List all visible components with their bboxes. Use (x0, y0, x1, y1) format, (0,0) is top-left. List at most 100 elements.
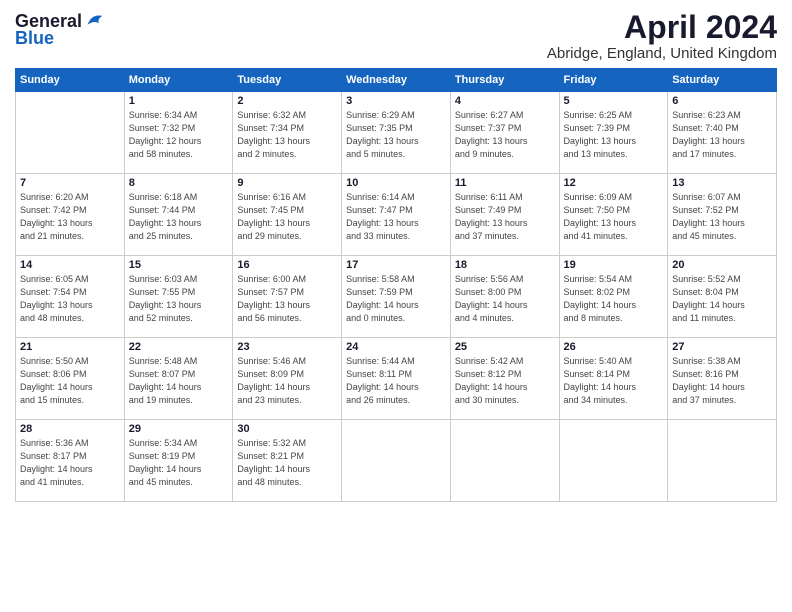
day-number: 13 (672, 177, 772, 189)
day-cell: 30Sunrise: 5:32 AM Sunset: 8:21 PM Dayli… (233, 420, 342, 502)
day-number: 18 (455, 259, 555, 271)
day-number: 23 (237, 341, 337, 353)
day-number: 10 (346, 177, 446, 189)
week-row-5: 28Sunrise: 5:36 AM Sunset: 8:17 PM Dayli… (16, 420, 777, 502)
col-header-thursday: Thursday (450, 69, 559, 92)
day-number: 7 (20, 177, 120, 189)
calendar-table: SundayMondayTuesdayWednesdayThursdayFrid… (15, 68, 777, 502)
col-header-wednesday: Wednesday (342, 69, 451, 92)
day-number: 28 (20, 423, 120, 435)
day-number: 15 (129, 259, 229, 271)
header: General Blue April 2024 Abridge, England… (15, 10, 777, 62)
title-block: April 2024 Abridge, England, United King… (547, 10, 777, 62)
day-cell: 20 Sunrise: 5:52 AM Sunset: 8:04 PM Dayli… (668, 256, 777, 338)
day-info: Sunrise: 6:34 AM Sunset: 7:32 PM Dayligh… (129, 109, 229, 161)
month-title: April 2024 (547, 10, 777, 45)
day-info: Sunrise: 6:07 AM Sunset: 7:52 PM Dayligh… (672, 191, 772, 243)
day-number: 22 (129, 341, 229, 353)
day-info: Sunrise: 6:20 AM Sunset: 7:42 PM Dayligh… (20, 191, 120, 243)
day-number: 11 (455, 177, 555, 189)
day-info: Sunrise: 5:54 AM Sunset: 8:02 PM Dayligh… (564, 273, 664, 325)
day-cell: 14 Sunrise: 6:05 AM Sunset: 7:54 PM Dayli… (16, 256, 125, 338)
day-cell: 15 Sunrise: 6:03 AM Sunset: 7:55 PM Dayli… (124, 256, 233, 338)
day-info: Sunrise: 5:42 AM Sunset: 8:12 PM Dayligh… (455, 355, 555, 407)
day-cell: 13 Sunrise: 6:07 AM Sunset: 7:52 PM Dayli… (668, 174, 777, 256)
day-cell: 26 Sunrise: 5:40 AM Sunset: 8:14 PM Dayli… (559, 338, 668, 420)
week-row-2: 7 Sunrise: 6:20 AM Sunset: 7:42 PM Daylig… (16, 174, 777, 256)
day-number: 2 (237, 95, 337, 107)
day-number: 25 (455, 341, 555, 353)
location: Abridge, England, United Kingdom (547, 45, 777, 62)
day-cell: 6Sunrise: 6:23 AM Sunset: 7:40 PM Daylig… (668, 92, 777, 174)
day-number: 30 (237, 423, 337, 435)
day-cell: 24 Sunrise: 5:44 AM Sunset: 8:11 PM Dayli… (342, 338, 451, 420)
day-info: Sunrise: 6:25 AM Sunset: 7:39 PM Dayligh… (564, 109, 664, 161)
day-number: 8 (129, 177, 229, 189)
day-number: 20 (672, 259, 772, 271)
day-cell: 17 Sunrise: 5:58 AM Sunset: 7:59 PM Dayli… (342, 256, 451, 338)
logo-text: General Blue (15, 10, 106, 49)
col-header-tuesday: Tuesday (233, 69, 342, 92)
day-number: 17 (346, 259, 446, 271)
day-number: 14 (20, 259, 120, 271)
day-number: 4 (455, 95, 555, 107)
day-cell: 1 Sunrise: 6:34 AM Sunset: 7:32 PM Daylig… (124, 92, 233, 174)
day-cell: 28Sunrise: 5:36 AM Sunset: 8:17 PM Dayli… (16, 420, 125, 502)
day-info: Sunrise: 6:11 AM Sunset: 7:49 PM Dayligh… (455, 191, 555, 243)
day-cell: 3 Sunrise: 6:29 AM Sunset: 7:35 PM Daylig… (342, 92, 451, 174)
day-cell: 22 Sunrise: 5:48 AM Sunset: 8:07 PM Dayli… (124, 338, 233, 420)
day-cell: 11 Sunrise: 6:11 AM Sunset: 7:49 PM Dayli… (450, 174, 559, 256)
day-number: 26 (564, 341, 664, 353)
day-info: Sunrise: 5:46 AM Sunset: 8:09 PM Dayligh… (237, 355, 337, 407)
day-number: 1 (129, 95, 229, 107)
logo: General Blue (15, 10, 106, 49)
day-number: 24 (346, 341, 446, 353)
day-info: Sunrise: 5:56 AM Sunset: 8:00 PM Dayligh… (455, 273, 555, 325)
day-cell: 12Sunrise: 6:09 AM Sunset: 7:50 PM Dayli… (559, 174, 668, 256)
day-cell: 27 Sunrise: 5:38 AM Sunset: 8:16 PM Dayli… (668, 338, 777, 420)
day-cell: 9 Sunrise: 6:16 AM Sunset: 7:45 PM Daylig… (233, 174, 342, 256)
day-cell: 25 Sunrise: 5:42 AM Sunset: 8:12 PM Dayli… (450, 338, 559, 420)
day-info: Sunrise: 5:50 AM Sunset: 8:06 PM Dayligh… (20, 355, 120, 407)
day-number: 5 (564, 95, 664, 107)
col-header-saturday: Saturday (668, 69, 777, 92)
day-info: Sunrise: 6:16 AM Sunset: 7:45 PM Dayligh… (237, 191, 337, 243)
header-row: SundayMondayTuesdayWednesdayThursdayFrid… (16, 69, 777, 92)
day-info: Sunrise: 6:32 AM Sunset: 7:34 PM Dayligh… (237, 109, 337, 161)
day-number: 12 (564, 177, 664, 189)
day-info: Sunrise: 6:05 AM Sunset: 7:54 PM Dayligh… (20, 273, 120, 325)
day-number: 21 (20, 341, 120, 353)
day-info: Sunrise: 5:34 AM Sunset: 8:19 PM Dayligh… (129, 437, 229, 489)
day-cell (450, 420, 559, 502)
day-number: 16 (237, 259, 337, 271)
day-info: Sunrise: 5:58 AM Sunset: 7:59 PM Dayligh… (346, 273, 446, 325)
day-info: Sunrise: 6:29 AM Sunset: 7:35 PM Dayligh… (346, 109, 446, 161)
day-info: Sunrise: 5:40 AM Sunset: 8:14 PM Dayligh… (564, 355, 664, 407)
day-cell (342, 420, 451, 502)
day-number: 3 (346, 95, 446, 107)
col-header-monday: Monday (124, 69, 233, 92)
day-cell: 10 Sunrise: 6:14 AM Sunset: 7:47 PM Dayli… (342, 174, 451, 256)
page: General Blue April 2024 Abridge, England… (0, 0, 792, 612)
day-number: 29 (129, 423, 229, 435)
col-header-sunday: Sunday (16, 69, 125, 92)
day-number: 27 (672, 341, 772, 353)
day-info: Sunrise: 6:27 AM Sunset: 7:37 PM Dayligh… (455, 109, 555, 161)
day-info: Sunrise: 5:52 AM Sunset: 8:04 PM Dayligh… (672, 273, 772, 325)
day-number: 9 (237, 177, 337, 189)
day-info: Sunrise: 6:03 AM Sunset: 7:55 PM Dayligh… (129, 273, 229, 325)
day-info: Sunrise: 6:14 AM Sunset: 7:47 PM Dayligh… (346, 191, 446, 243)
col-header-friday: Friday (559, 69, 668, 92)
day-info: Sunrise: 6:00 AM Sunset: 7:57 PM Dayligh… (237, 273, 337, 325)
day-info: Sunrise: 5:48 AM Sunset: 8:07 PM Dayligh… (129, 355, 229, 407)
logo-bird-icon (84, 10, 106, 32)
day-cell: 7 Sunrise: 6:20 AM Sunset: 7:42 PM Daylig… (16, 174, 125, 256)
day-cell: 21 Sunrise: 5:50 AM Sunset: 8:06 PM Dayli… (16, 338, 125, 420)
day-info: Sunrise: 5:44 AM Sunset: 8:11 PM Dayligh… (346, 355, 446, 407)
day-cell: 8Sunrise: 6:18 AM Sunset: 7:44 PM Daylig… (124, 174, 233, 256)
day-cell (668, 420, 777, 502)
day-info: Sunrise: 6:23 AM Sunset: 7:40 PM Dayligh… (672, 109, 772, 161)
day-number: 19 (564, 259, 664, 271)
day-cell (16, 92, 125, 174)
day-info: Sunrise: 5:38 AM Sunset: 8:16 PM Dayligh… (672, 355, 772, 407)
